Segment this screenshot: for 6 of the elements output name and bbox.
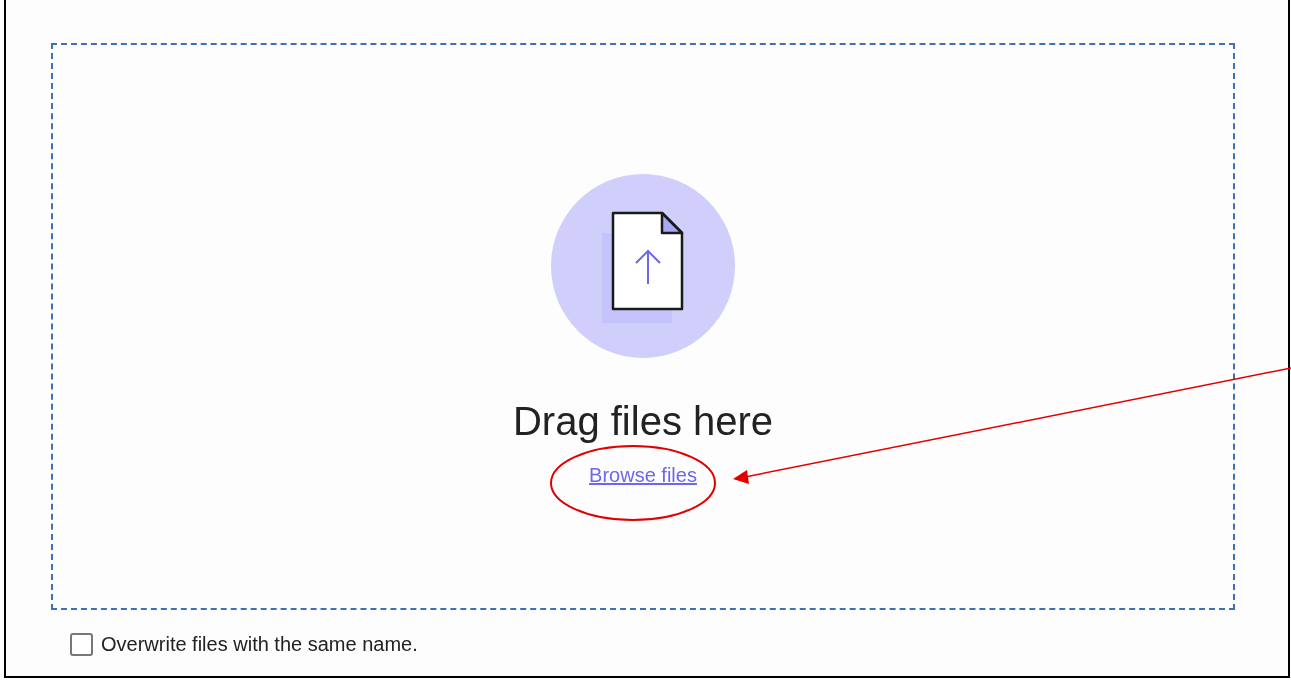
overwrite-label: Overwrite files with the same name. (101, 632, 418, 657)
drop-zone[interactable]: Drag files here Browse files (51, 43, 1235, 610)
drop-zone-title: Drag files here (512, 398, 774, 445)
overwrite-checkbox[interactable] (70, 632, 93, 656)
browse-files-link[interactable]: Browse files (589, 463, 697, 487)
file-upload-icon (550, 173, 736, 359)
